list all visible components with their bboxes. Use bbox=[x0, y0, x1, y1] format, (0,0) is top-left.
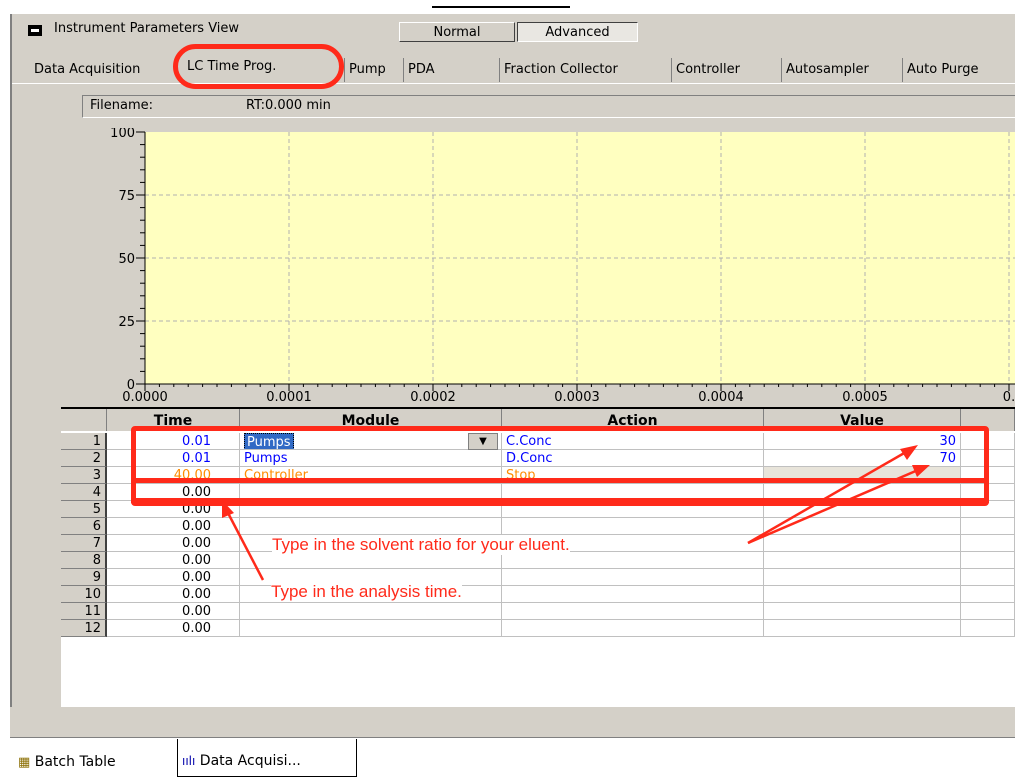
arrow-to-conc-70 bbox=[747, 468, 919, 545]
data-acquisition-tab[interactable]: ıılı Data Acquisi... bbox=[177, 739, 357, 777]
arrow-to-conc-30 bbox=[747, 450, 907, 545]
batch-table-icon: ▦ bbox=[18, 755, 31, 770]
solvent-ratio-note: Type in the solvent ratio for your eluen… bbox=[272, 535, 570, 555]
batch-table-label: Batch Table bbox=[34, 754, 116, 770]
arrow-to-time bbox=[226, 512, 265, 581]
chromatogram-icon: ıılı bbox=[182, 754, 196, 768]
annotation-arrows bbox=[222, 445, 930, 581]
bottom-divider bbox=[10, 737, 1015, 738]
analysis-time-note: Type in the analysis time. bbox=[271, 582, 462, 602]
arrowhead-time bbox=[222, 500, 234, 518]
data-acquisition-label: Data Acquisi... bbox=[199, 753, 301, 769]
arrowhead-conc-30 bbox=[900, 445, 918, 460]
bottom-area bbox=[10, 707, 1015, 738]
arrowhead-conc-70 bbox=[912, 465, 930, 477]
batch-table-tab[interactable]: ▦ Batch Table bbox=[18, 748, 116, 776]
